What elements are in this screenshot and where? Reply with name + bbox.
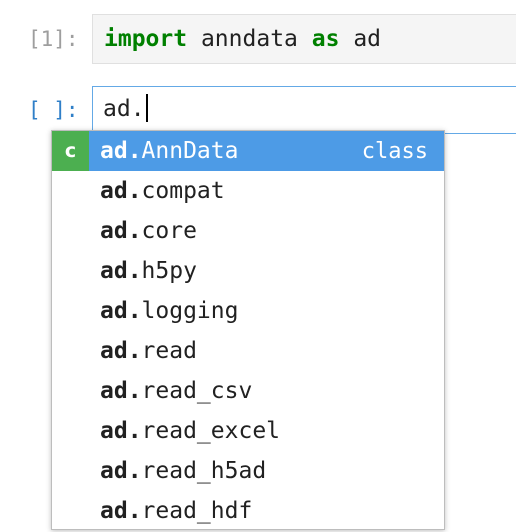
completion-name: read_h5ad — [141, 458, 267, 484]
completion-match-prefix: ad. — [100, 218, 142, 244]
completion-item-label: ad.read_excel — [100, 418, 280, 444]
completion-item[interactable]: ad.read_csv — [52, 371, 444, 411]
completion-item-label: ad.h5py — [100, 258, 197, 284]
cell-2-prompt: [ ]: — [28, 98, 79, 122]
completion-item-label: ad.read_hdf — [100, 498, 252, 524]
completion-name: compat — [141, 178, 225, 204]
text-cursor — [145, 94, 148, 122]
completion-name: AnnData — [141, 138, 239, 164]
completion-match-prefix: ad. — [100, 458, 142, 484]
completion-dropdown[interactable]: c ad.AnnData class ad.compat ad.core ad.h5py a… — [51, 130, 445, 530]
completion-type-label: class — [361, 138, 428, 164]
completion-match-prefix: ad. — [100, 258, 142, 284]
completion-list: c ad.AnnData class ad.compat ad.core ad.h5py a… — [52, 131, 444, 529]
completion-match-prefix: ad. — [100, 418, 142, 444]
as-keyword: as — [311, 26, 340, 52]
module-alias: ad — [353, 26, 382, 52]
type-icon-placeholder — [52, 291, 89, 331]
completion-match-prefix: ad. — [100, 178, 142, 204]
completion-name: read_hdf — [141, 498, 253, 524]
type-icon-placeholder — [52, 371, 89, 411]
code-input-text: ad. — [103, 96, 145, 122]
completion-name: logging — [141, 298, 239, 324]
type-icon-placeholder — [52, 211, 89, 251]
type-icon-placeholder — [52, 171, 89, 211]
cell-2-code-editor[interactable]: ad. — [92, 86, 516, 134]
completion-item[interactable]: ad.compat — [52, 171, 444, 211]
completion-item-label: ad.read_csv — [100, 378, 252, 404]
completion-name: read — [141, 338, 197, 364]
completion-name: h5py — [141, 258, 197, 284]
completion-item[interactable]: ad.read — [52, 331, 444, 371]
completion-item-label: ad.read_h5ad — [100, 458, 266, 484]
type-icon-placeholder — [52, 491, 89, 529]
import-keyword: import — [104, 26, 188, 52]
completion-name: core — [141, 218, 197, 244]
completion-match-prefix: ad. — [100, 378, 142, 404]
completion-item[interactable]: ad.read_h5ad — [52, 451, 444, 491]
completion-item[interactable]: ad.logging — [52, 291, 444, 331]
completion-item[interactable]: ad.h5py — [52, 251, 444, 291]
module-name: anndata — [200, 26, 298, 52]
cell-1-code-editor[interactable]: import anndata as ad — [92, 14, 516, 64]
class-type-icon: c — [52, 131, 89, 171]
completion-item-label: ad.read — [100, 338, 197, 364]
completion-item-label: ad.AnnData — [100, 138, 238, 164]
completion-match-prefix: ad. — [100, 498, 142, 524]
completion-name: read_excel — [141, 418, 281, 444]
completion-match-prefix: ad. — [100, 338, 142, 364]
completion-item[interactable]: ad.core — [52, 211, 444, 251]
cell-1-prompt: [1]: — [28, 27, 79, 51]
completion-item[interactable]: c ad.AnnData class — [52, 131, 444, 171]
completion-match-prefix: ad. — [100, 138, 142, 164]
completion-item[interactable]: ad.read_excel — [52, 411, 444, 451]
completion-item-label: ad.logging — [100, 298, 238, 324]
completion-item[interactable]: ad.read_hdf — [52, 491, 444, 529]
completion-match-prefix: ad. — [100, 298, 142, 324]
completion-item-label: ad.core — [100, 218, 197, 244]
type-icon-placeholder — [52, 331, 89, 371]
type-icon-placeholder — [52, 251, 89, 291]
completion-item-label: ad.compat — [100, 178, 225, 204]
type-icon-placeholder — [52, 411, 89, 451]
type-icon-placeholder — [52, 451, 89, 491]
completion-name: read_csv — [141, 378, 253, 404]
